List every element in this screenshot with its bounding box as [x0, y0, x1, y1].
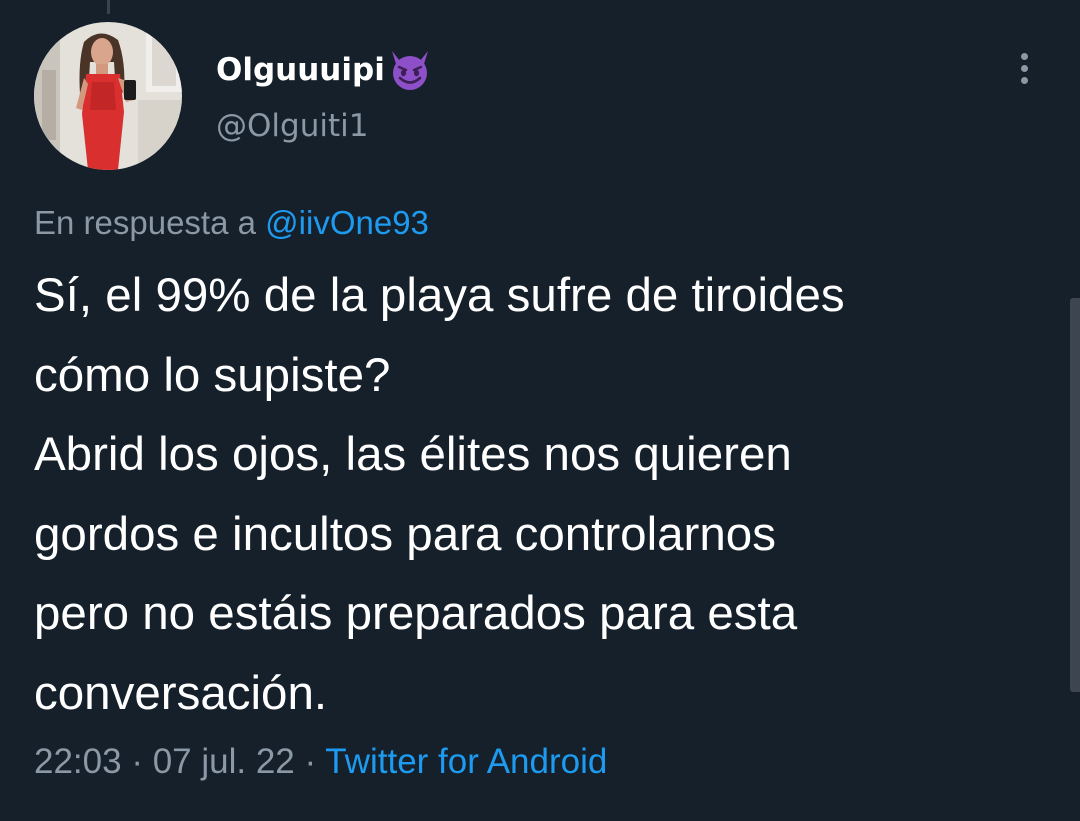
display-name[interactable]: Olguuuipi [216, 52, 385, 88]
reply-prefix: En respuesta a [34, 204, 256, 241]
meta-separator: · [131, 742, 143, 781]
scrollbar[interactable] [1070, 298, 1080, 692]
user-handle[interactable]: @Olguiti1 [216, 108, 368, 144]
reply-context: En respuesta a @iivOne93 [34, 204, 429, 242]
tweet-body-text: Sí, el 99% de la playa sufre de tiroides… [34, 269, 845, 720]
profile-photo [34, 22, 182, 170]
tweet-source-link[interactable]: Twitter for Android [325, 742, 607, 781]
tweet-time[interactable]: 22:03 [34, 742, 122, 781]
tweet-metadata: 22:03 · 07 jul. 22 · Twitter for Android [34, 742, 607, 782]
tweet-date[interactable]: 07 jul. 22 [153, 742, 295, 781]
display-name-row[interactable]: Olguuuipi [216, 46, 433, 94]
avatar[interactable] [34, 22, 182, 170]
smiling-face-with-horns-icon [387, 47, 433, 93]
thread-connector-line [107, 0, 110, 14]
reply-mention-link[interactable]: @iivOne93 [265, 204, 429, 241]
meta-separator: · [304, 742, 317, 781]
more-vertical-icon[interactable] [1006, 48, 1042, 88]
